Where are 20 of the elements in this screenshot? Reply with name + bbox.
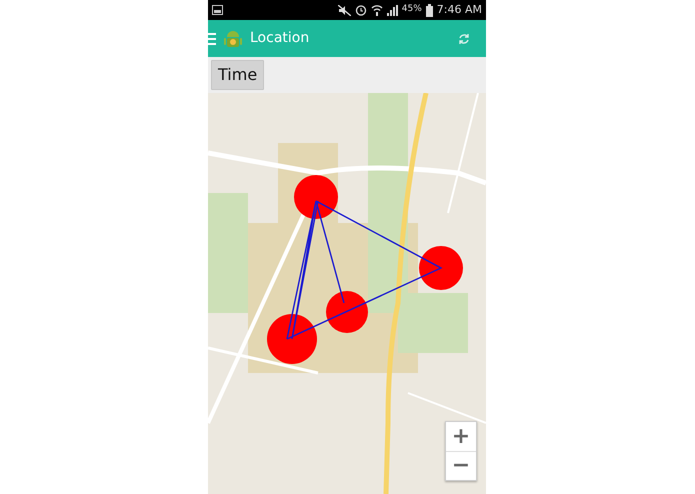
clock: 7:46 AM [436, 2, 482, 18]
time-button[interactable]: Time [211, 60, 264, 90]
battery-icon [426, 4, 433, 16]
wifi-icon [370, 4, 383, 16]
zoom-in-button[interactable]: + [446, 422, 476, 451]
zoom-out-button[interactable]: − [446, 451, 476, 480]
app-title: Location [250, 29, 310, 48]
location-circle [267, 314, 317, 364]
image-notification-icon [212, 5, 223, 15]
mute-icon [338, 4, 351, 16]
location-circle [294, 175, 338, 219]
android-icon [224, 28, 242, 48]
map-drawing[interactable] [208, 93, 486, 494]
signal-icon [386, 4, 398, 16]
battery-percentage: 45% [402, 3, 422, 16]
refresh-icon[interactable] [458, 32, 470, 44]
location-circle [326, 291, 368, 333]
location-circle [419, 246, 463, 290]
alarm-icon [354, 4, 367, 16]
menu-icon[interactable] [208, 32, 216, 44]
